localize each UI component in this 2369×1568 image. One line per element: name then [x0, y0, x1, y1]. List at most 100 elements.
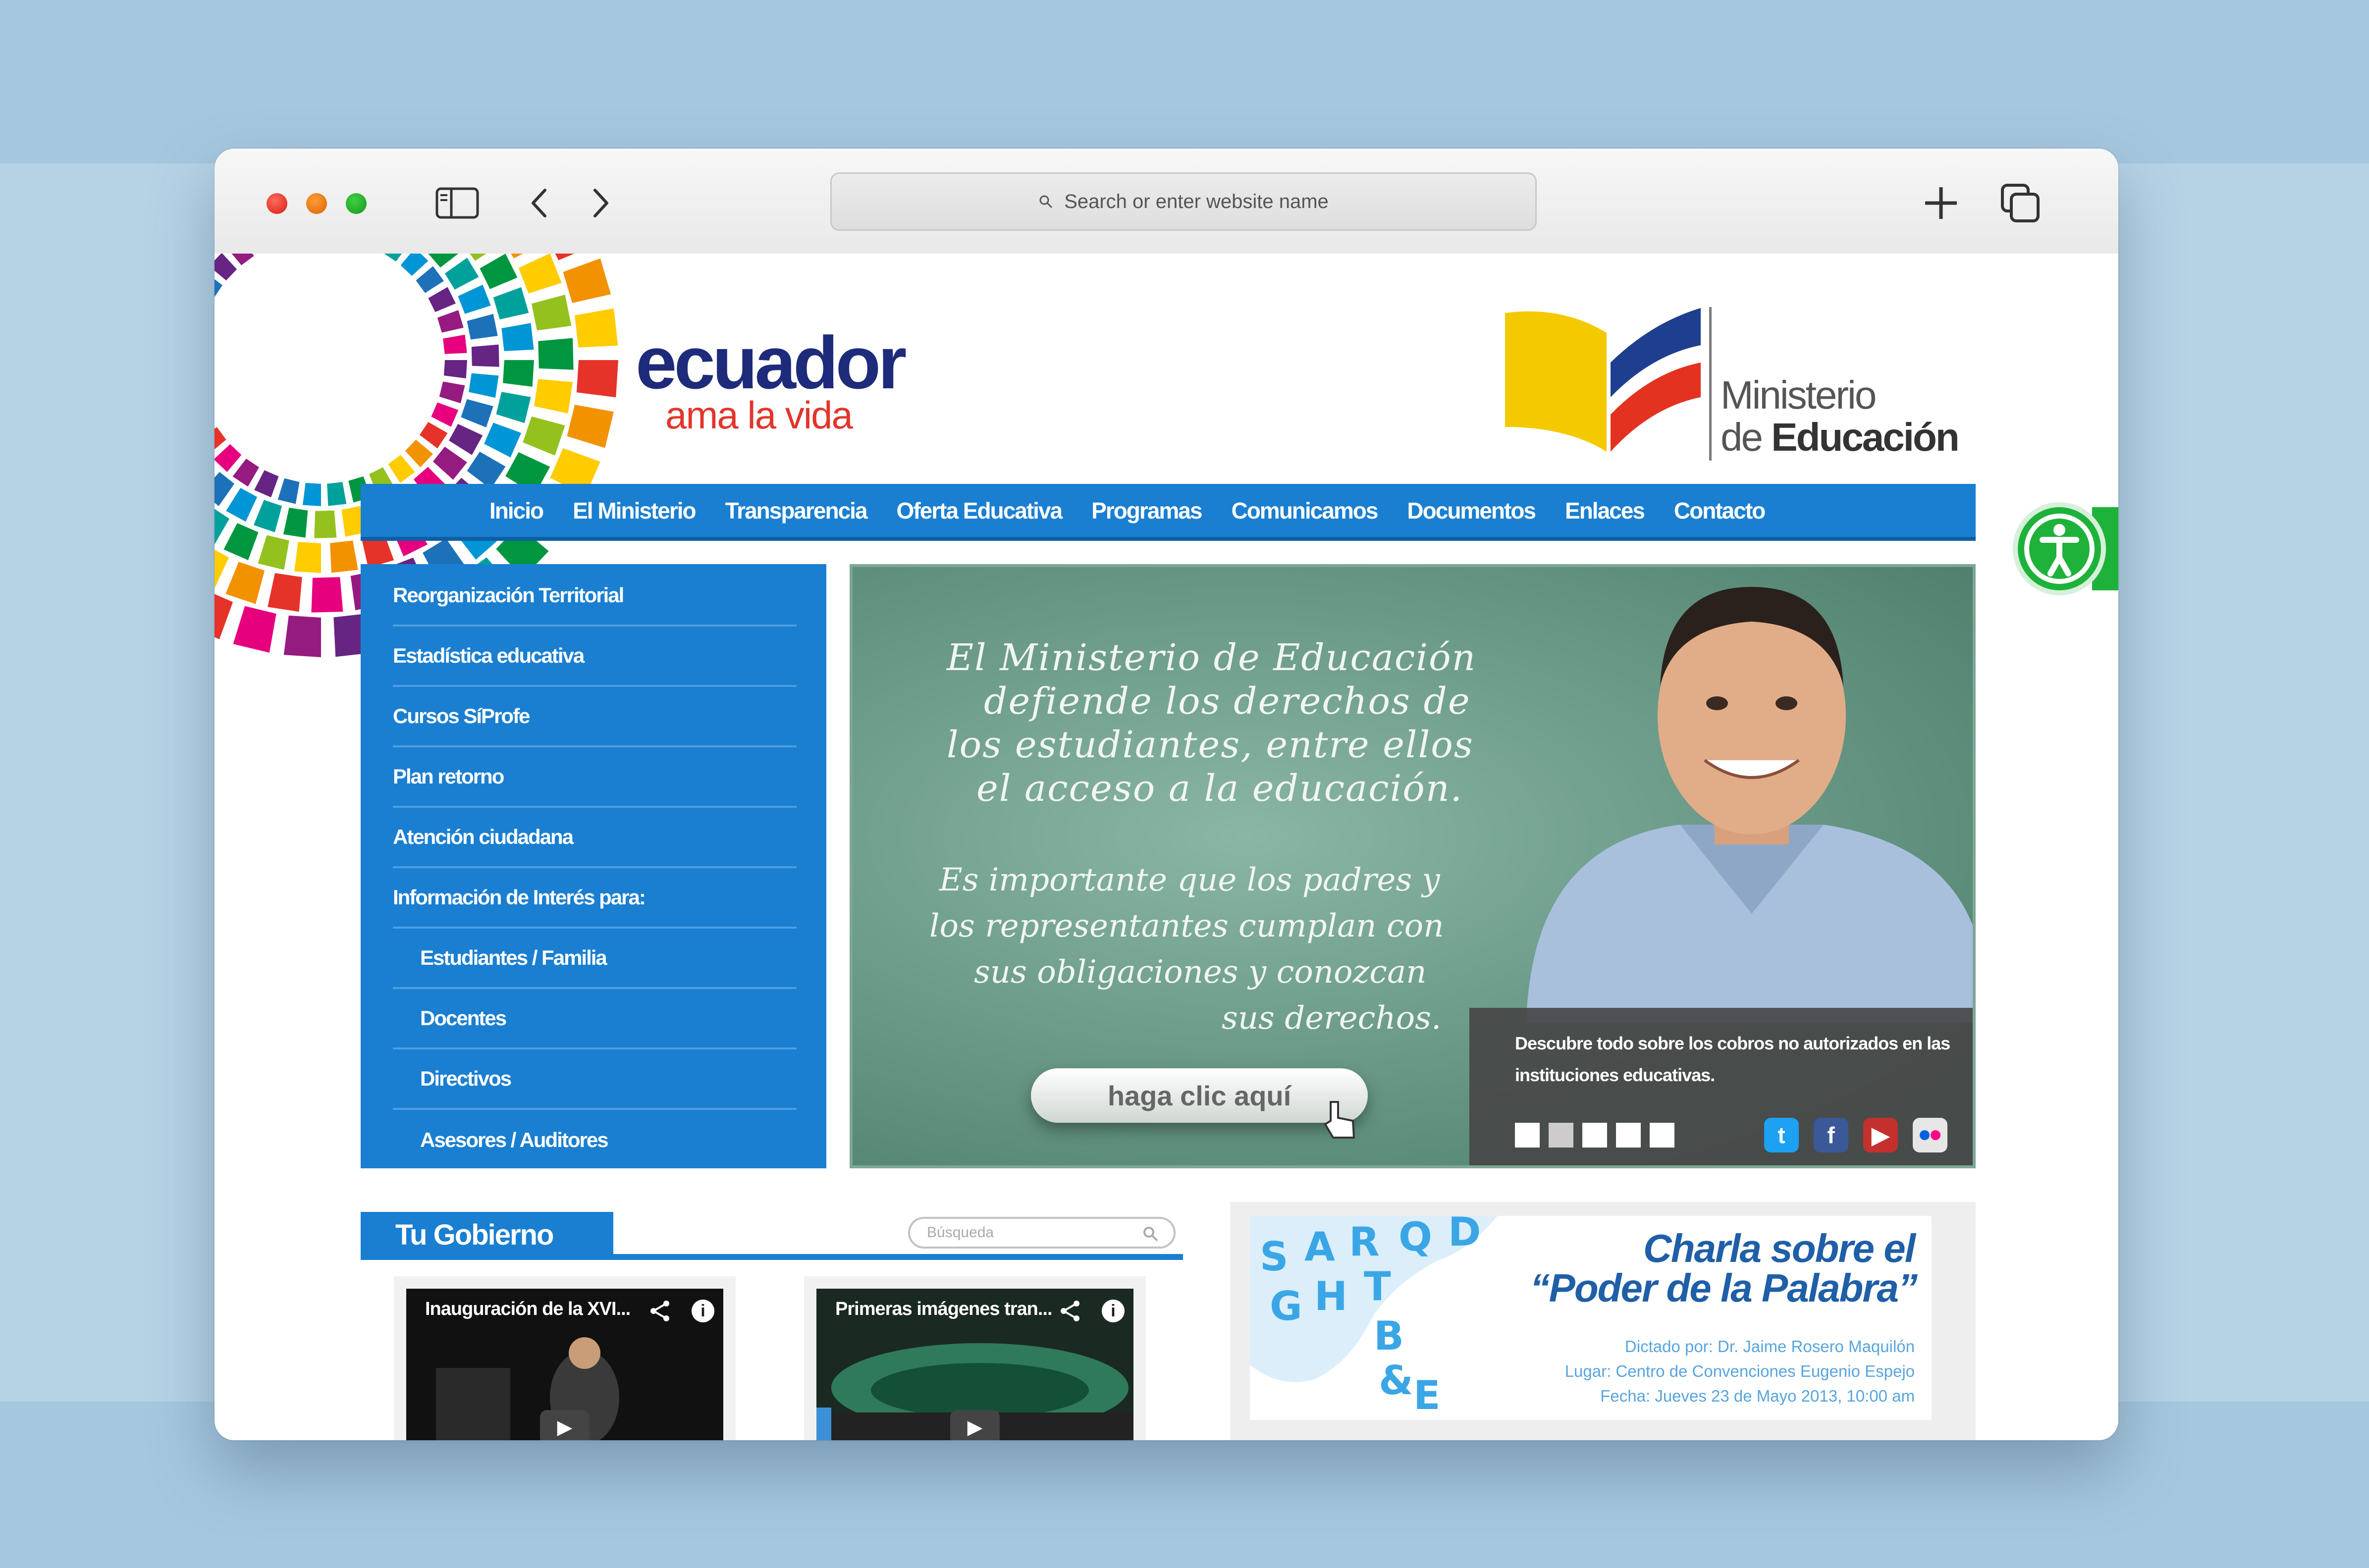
sidebar-item-cursos-siprofe[interactable]: Cursos SíProfe: [393, 687, 797, 747]
video-player-2[interactable]: Primeras imágenes tran... i ▶: [816, 1289, 1133, 1440]
nav-item-oferta-educativa[interactable]: Oferta Educativa: [897, 497, 1063, 524]
sidebar-item-estadistica-educativa[interactable]: Estadística educativa: [393, 627, 797, 687]
video-card-1[interactable]: Inauguración de la XVI... i ▶: [394, 1276, 736, 1440]
sidebar-item-atencion-ciudadana[interactable]: Atención ciudadana: [393, 808, 797, 868]
forward-arrow-icon[interactable]: [584, 178, 618, 228]
hero-body-line2: los representantes cumplan con: [929, 908, 1444, 944]
nav-item-comunicamos[interactable]: Comunicamos: [1231, 497, 1378, 524]
ministry-logo-divider: [1709, 307, 1712, 461]
flickr-icon[interactable]: [1913, 1118, 1947, 1152]
info-icon[interactable]: i: [1102, 1300, 1125, 1322]
nav-item-contacto[interactable]: Contacto: [1674, 497, 1766, 524]
accessibility-icon[interactable]: [2018, 507, 2101, 590]
event-banner[interactable]: SARQD GHT B & E Charla sobre el “Poder de …: [1250, 1216, 1932, 1420]
event-venue: Lugar: Centro de Convenciones Eugenio Es…: [1564, 1362, 1915, 1380]
nav-item-el-ministerio[interactable]: El Ministerio: [573, 497, 696, 524]
svg-text:&: &: [1379, 1358, 1413, 1404]
haga-clic-button[interactable]: haga clic aquí: [1031, 1068, 1368, 1123]
rosette-tile: [449, 423, 483, 455]
video-card-2[interactable]: Primeras imágenes tran... i ▶: [804, 1276, 1146, 1440]
rosette-tile: [467, 452, 506, 489]
info-icon[interactable]: i: [692, 1300, 714, 1322]
rosette-tile: [254, 500, 282, 532]
rosette-tile: [314, 510, 337, 538]
ministry-name-prefix: de: [1721, 415, 1772, 459]
rosette-tile: [443, 334, 467, 354]
address-placeholder: Search or enter website name: [1064, 190, 1329, 212]
play-icon[interactable]: ▶: [950, 1410, 1000, 1440]
ministry-name-line2: de Educación: [1721, 415, 1960, 460]
sidebar-item-reorganizacion-territorial[interactable]: Reorganización Territorial: [393, 566, 797, 627]
video-player-1[interactable]: Inauguración de la XVI... i ▶: [406, 1289, 723, 1440]
hero-headline-line1: El Ministerio de Educación: [947, 636, 1477, 679]
maximize-window-button[interactable]: [346, 193, 367, 214]
sidebar-item-docentes[interactable]: Docentes: [393, 989, 797, 1049]
youtube-icon[interactable]: ▶: [1863, 1118, 1898, 1152]
browser-window: Search or enter website name ecuador ama…: [215, 149, 2118, 1440]
nav-item-programas[interactable]: Programas: [1091, 497, 1202, 524]
rosette-tile: [225, 562, 265, 604]
new-tab-plus-icon[interactable]: [1919, 178, 1963, 228]
sidebar-item-asesores-auditores[interactable]: Asesores / Auditores: [393, 1110, 797, 1170]
back-arrow-icon[interactable]: [522, 178, 556, 228]
busqueda-placeholder: Búsqueda: [927, 1224, 994, 1241]
rosette-tile: [416, 266, 444, 293]
ministry-book-logo[interactable]: [1503, 303, 1711, 462]
rosette-tile: [567, 405, 614, 448]
rosette-tile: [575, 308, 618, 348]
nav-item-documentos[interactable]: Documentos: [1407, 497, 1536, 524]
close-window-button[interactable]: [267, 193, 287, 214]
busqueda-input[interactable]: Búsqueda: [908, 1217, 1176, 1249]
twitter-icon[interactable]: t: [1764, 1118, 1799, 1152]
hero-headline-line4: el acceso a la educación.: [976, 767, 1463, 810]
rosette-tile: [444, 258, 479, 290]
slider-dot-1[interactable]: [1515, 1123, 1540, 1148]
nav-item-inicio[interactable]: Inicio: [489, 497, 544, 524]
rosette-tile: [538, 338, 574, 370]
slider-dot-4[interactable]: [1616, 1123, 1641, 1148]
share-icon[interactable]: [1059, 1300, 1081, 1322]
rosette-tile: [215, 471, 235, 506]
sidebar-item-plan-retorno[interactable]: Plan retorno: [393, 747, 797, 808]
video-title-1: Inauguración de la XVI...: [425, 1299, 631, 1319]
rosette-tile: [428, 287, 456, 313]
rosette-tile: [294, 542, 321, 573]
rosette-tile: [432, 446, 467, 480]
slider-dot-2[interactable]: [1549, 1123, 1573, 1148]
nav-item-enlaces[interactable]: Enlaces: [1565, 497, 1645, 524]
sidebar-toggle-icon[interactable]: [432, 178, 482, 228]
play-icon[interactable]: ▶: [540, 1410, 590, 1440]
rosette-tile: [431, 402, 459, 427]
rosette-tile: [563, 258, 611, 303]
share-icon[interactable]: [648, 1300, 671, 1322]
sidebar-item-estudiantes-familia[interactable]: Estudiantes / Familia: [393, 929, 797, 989]
facebook-icon[interactable]: f: [1814, 1118, 1848, 1152]
hero-body-line3: sus obligaciones y conozcan: [974, 954, 1427, 991]
slider-dot-3[interactable]: [1582, 1123, 1607, 1148]
ministry-name-bold: Educación: [1771, 415, 1960, 459]
slider-dot-5[interactable]: [1650, 1123, 1674, 1148]
rosette-tile: [405, 439, 433, 468]
rosette-tile: [461, 399, 493, 427]
video-title-2: Primeras imágenes tran...: [835, 1299, 1053, 1319]
rosette-tile: [469, 373, 499, 398]
tab-overview-icon[interactable]: [1998, 178, 2043, 228]
address-bar[interactable]: Search or enter website name: [830, 172, 1537, 231]
rosette-tile: [444, 360, 467, 378]
webpage: ecuador ama la vida Ministerio de Educac…: [215, 254, 2118, 1440]
letters-splash-graphic: SARQD GHT B& E: [1250, 1216, 1498, 1418]
rosette-tile: [437, 310, 464, 333]
search-icon[interactable]: [1142, 1225, 1159, 1242]
ecuador-brand-logo[interactable]: ecuador ama la vida: [636, 325, 907, 438]
background-band-top: [0, 0, 2369, 163]
sidebar-item-directivos[interactable]: Directivos: [393, 1049, 797, 1110]
search-icon: [1039, 195, 1053, 209]
nav-item-transparencia[interactable]: Transparencia: [725, 497, 868, 524]
rosette-tile: [518, 254, 562, 294]
browser-toolbar: Search or enter website name: [215, 149, 2118, 255]
rosette-tile: [532, 295, 572, 331]
event-title-line2: “Poder de la Palabra”: [1530, 1266, 1918, 1310]
sidebar-heading-informacion: Información de Interés para:: [393, 868, 797, 929]
minimize-window-button[interactable]: [306, 193, 327, 214]
rosette-tile: [232, 459, 259, 487]
